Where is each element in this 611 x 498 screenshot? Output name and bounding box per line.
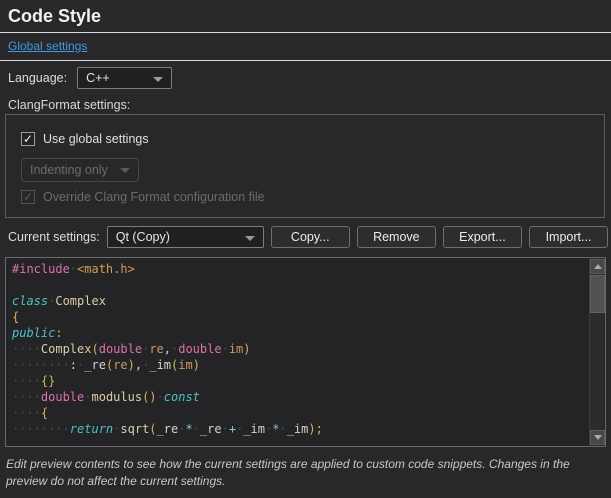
copy-button[interactable]: Copy... (271, 226, 350, 248)
scroll-down-button[interactable] (590, 430, 605, 445)
divider (0, 60, 611, 61)
clangformat-groupbox: ✓ Use global settings Indenting only ✓ O… (5, 114, 605, 218)
scroll-down-icon (594, 435, 602, 440)
chevron-down-icon (245, 236, 255, 241)
scroll-up-button[interactable] (590, 259, 605, 274)
global-settings-link[interactable]: Global settings (8, 39, 87, 53)
remove-button[interactable]: Remove (357, 226, 436, 248)
language-select[interactable]: C++ (77, 67, 172, 89)
checkbox-checked-icon: ✓ (21, 190, 35, 204)
preview-hint-text: Edit preview contents to see how the cur… (6, 456, 606, 491)
export-button[interactable]: Export... (443, 226, 522, 248)
import-button[interactable]: Import... (529, 226, 608, 248)
scrollbar-thumb[interactable] (590, 275, 605, 313)
current-settings-value: Qt (Copy) (116, 230, 170, 244)
vertical-scrollbar[interactable] (589, 259, 604, 445)
code-preview-editor[interactable]: #include·<math.h> class·Complex{public:·… (5, 257, 606, 447)
use-global-settings-label: Use global settings (43, 132, 149, 146)
language-label: Language: (8, 71, 67, 85)
formatting-mode-select: Indenting only (21, 158, 139, 182)
divider (0, 32, 611, 33)
use-global-settings-checkbox[interactable]: ✓ Use global settings (21, 132, 149, 146)
current-settings-row: Current settings: Qt (Copy) Copy... Remo… (8, 226, 608, 248)
override-config-checkbox: ✓ Override Clang Format configuration fi… (21, 190, 265, 204)
current-settings-select[interactable]: Qt (Copy) (107, 226, 264, 248)
language-value: C++ (86, 71, 110, 85)
override-config-label: Override Clang Format configuration file (43, 190, 265, 204)
scroll-up-icon (594, 264, 602, 269)
page-title: Code Style (8, 6, 101, 27)
clangformat-group-label: ClangFormat settings: (8, 98, 130, 112)
language-row: Language: C++ (8, 67, 172, 89)
chevron-down-icon (120, 168, 130, 173)
current-settings-label: Current settings: (8, 230, 100, 244)
formatting-mode-value: Indenting only (30, 163, 108, 177)
chevron-down-icon (153, 77, 163, 82)
checkbox-checked-icon: ✓ (21, 132, 35, 146)
code-area[interactable]: #include·<math.h> class·Complex{public:·… (6, 258, 589, 446)
